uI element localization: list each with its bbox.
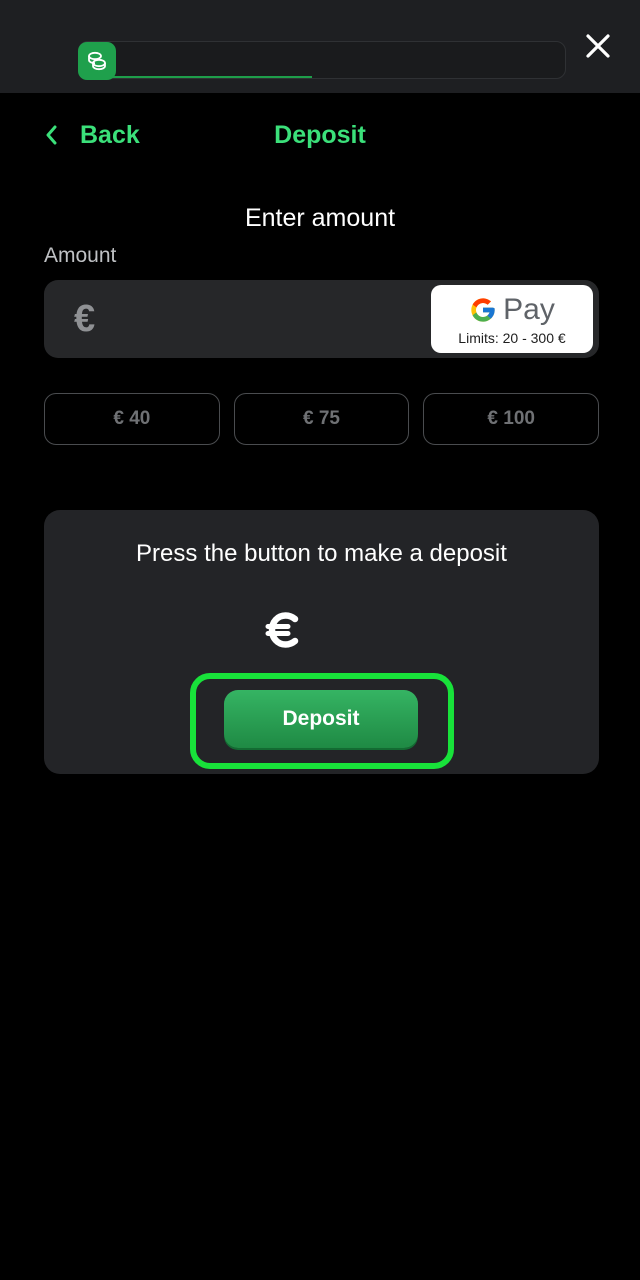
progress-track — [78, 41, 566, 79]
coins-icon — [78, 42, 116, 80]
close-button[interactable] — [580, 28, 616, 64]
amount-field[interactable]: € Pay Limits: 20 - 300 € — [44, 280, 599, 358]
chevron-left-icon — [46, 125, 57, 145]
deposit-instruction: Press the button to make a deposit — [136, 540, 507, 567]
google-g-icon — [471, 298, 495, 322]
deposit-panel: Press the button to make a deposit Depos… — [44, 510, 599, 774]
amount-label: Amount — [44, 244, 117, 267]
quick-amounts: € 40 € 75 € 100 — [44, 393, 600, 445]
google-pay-logo: Pay — [469, 292, 555, 328]
section-title: Enter amount — [244, 204, 396, 232]
back-label: Back — [80, 120, 140, 149]
google-pay-card[interactable]: Pay Limits: 20 - 300 € — [431, 285, 593, 353]
payment-limits: Limits: 20 - 300 € — [458, 330, 566, 346]
back-button[interactable]: Back — [44, 110, 140, 160]
quick-amount-40-button[interactable]: € 40 — [44, 393, 220, 445]
deposit-button[interactable]: Deposit — [224, 690, 418, 748]
quick-amount-75-button[interactable]: € 75 — [233, 393, 410, 445]
close-icon — [586, 34, 610, 58]
top-bar — [0, 0, 640, 93]
currency-symbol: € — [74, 298, 96, 340]
quick-amount-100-button[interactable]: € 100 — [423, 393, 600, 445]
nav-bar: Deposit Back — [0, 110, 640, 160]
amount-input[interactable] — [124, 294, 424, 344]
euro-icon — [262, 608, 306, 652]
google-pay-label: Pay — [503, 293, 555, 326]
